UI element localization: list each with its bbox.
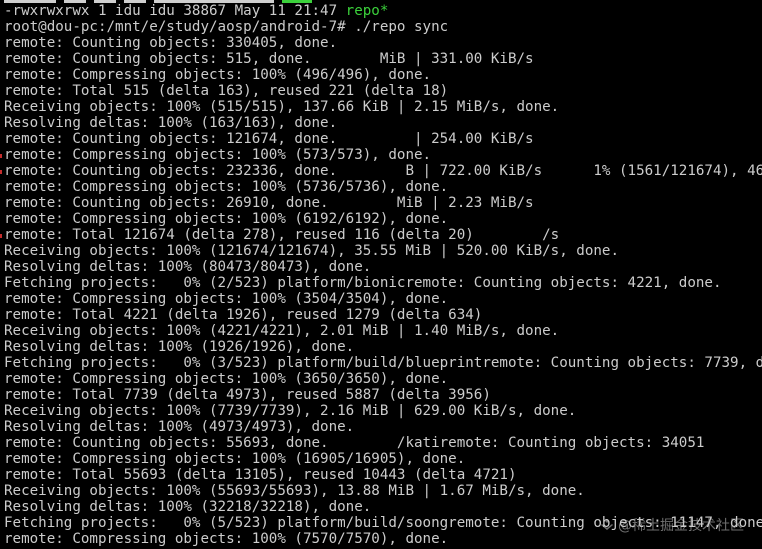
terminal-text: Receiving objects: 100% (121674/121674),… — [4, 243, 619, 259]
terminal-text: remote: Counting objects: 121674, done. … — [4, 131, 534, 147]
terminal-text: root@dou-pc:/mnt/e/study/aosp/android-7#… — [4, 19, 449, 35]
terminal-text: remote: Compressing objects: 100% (5736/… — [4, 179, 449, 195]
terminal-line: remote: Compressing objects: 100% (573/5… — [4, 147, 762, 163]
terminal-line: remote: Total 55693 (delta 13105), reuse… — [4, 467, 762, 483]
terminal-line: Receiving objects: 100% (4221/4221), 2.0… — [4, 323, 762, 339]
terminal-text: remote: Compressing objects: 100% (496/4… — [4, 67, 432, 83]
line-marker — [0, 154, 2, 158]
terminal-line: remote: Compressing objects: 100% (3650/… — [4, 371, 762, 387]
terminal-line: Receiving objects: 100% (515/515), 137.6… — [4, 99, 762, 115]
terminal-text: remote: Counting objects: 330405, done. — [4, 35, 338, 51]
terminal-output: -rwxrwxrwx 1 idu idu 38867 May 11 21:47 … — [4, 3, 762, 547]
terminal-text: Receiving objects: 100% (4221/4221), 2.0… — [4, 323, 560, 339]
terminal-line: remote: Compressing objects: 100% (16905… — [4, 451, 762, 467]
terminal-text: remote: Compressing objects: 100% (3650/… — [4, 371, 449, 387]
terminal-text: remote: Counting objects: 232336, done. … — [4, 163, 762, 179]
terminal-window[interactable]: -rwxrwxrwx 1 idu idu 38867 May 11 21:47 … — [0, 0, 762, 549]
terminal-line: remote: Compressing objects: 100% (496/4… — [4, 67, 762, 83]
terminal-text: remote: Compressing objects: 100% (16905… — [4, 451, 466, 467]
watermark: @稀土掘金技术社区 — [600, 515, 744, 535]
terminal-text: Resolving deltas: 100% (163/163), done. — [4, 115, 338, 131]
terminal-line: Receiving objects: 100% (121674/121674),… — [4, 243, 762, 259]
terminal-line: Fetching projects: 0% (3/523) platform/b… — [4, 355, 762, 371]
terminal-line: -rwxrwxrwx 1 idu idu 38867 May 11 21:47 … — [4, 3, 762, 19]
executable-filename: repo* — [345, 3, 389, 19]
watermark-text: @稀土掘金技术社区 — [618, 518, 744, 534]
terminal-line: remote: Counting objects: 515, done. MiB… — [4, 51, 762, 67]
terminal-text: Resolving deltas: 100% (4973/4973), done… — [4, 419, 355, 435]
terminal-line: root@dou-pc:/mnt/e/study/aosp/android-7#… — [4, 19, 762, 35]
line-marker — [0, 170, 2, 174]
terminal-line: remote: Total 515 (delta 163), reused 22… — [4, 83, 762, 99]
terminal-text: remote: Compressing objects: 100% (7570/… — [4, 531, 449, 547]
terminal-text: remote: Counting objects: 26910, done. M… — [4, 195, 534, 211]
terminal-text: Fetching projects: 0% (3/523) platform/b… — [4, 355, 762, 371]
terminal-text: Resolving deltas: 100% (1926/1926), done… — [4, 339, 355, 355]
terminal-text: Receiving objects: 100% (7739/7739), 2.1… — [4, 403, 577, 419]
terminal-text: Receiving objects: 100% (515/515), 137.6… — [4, 99, 560, 115]
terminal-text: remote: Total 4221 (delta 1926), reused … — [4, 307, 483, 323]
terminal-line: Resolving deltas: 100% (1926/1926), done… — [4, 339, 762, 355]
terminal-line: remote: Counting objects: 232336, done. … — [4, 163, 762, 179]
terminal-line: Fetching projects: 0% (2/523) platform/b… — [4, 275, 762, 291]
terminal-text: remote: Counting objects: 55693, done. /… — [4, 435, 705, 451]
terminal-text: Fetching projects: 0% (2/523) platform/b… — [4, 275, 722, 291]
terminal-line: Resolving deltas: 100% (4973/4973), done… — [4, 419, 762, 435]
terminal-line: Resolving deltas: 100% (32218/32218), do… — [4, 499, 762, 515]
terminal-line: Receiving objects: 100% (7739/7739), 2.1… — [4, 403, 762, 419]
terminal-line: remote: Compressing objects: 100% (6192/… — [4, 211, 762, 227]
terminal-line: Resolving deltas: 100% (80473/80473), do… — [4, 259, 762, 275]
terminal-line: remote: Counting objects: 26910, done. M… — [4, 195, 762, 211]
terminal-text: remote: Total 121674 (delta 278), reused… — [4, 227, 560, 243]
terminal-text: remote: Compressing objects: 100% (573/5… — [4, 147, 432, 163]
terminal-line: remote: Total 121674 (delta 278), reused… — [4, 227, 762, 243]
terminal-text: -rwxrwxrwx 1 idu idu 38867 May 11 21:47 — [4, 3, 346, 19]
terminal-text: Resolving deltas: 100% (80473/80473), do… — [4, 259, 372, 275]
terminal-text: remote: Total 7739 (delta 4973), reused … — [4, 387, 491, 403]
terminal-line: remote: Compressing objects: 100% (3504/… — [4, 291, 762, 307]
terminal-text: remote: Compressing objects: 100% (3504/… — [4, 291, 449, 307]
juejin-logo-icon — [601, 519, 613, 530]
terminal-line: Resolving deltas: 100% (163/163), done. — [4, 115, 762, 131]
terminal-text: Resolving deltas: 100% (32218/32218), do… — [4, 499, 372, 515]
terminal-line: remote: Counting objects: 330405, done. — [4, 35, 762, 51]
terminal-text: remote: Counting objects: 515, done. MiB… — [4, 51, 534, 67]
line-marker — [0, 234, 2, 238]
terminal-text: remote: Total 55693 (delta 13105), reuse… — [4, 467, 517, 483]
terminal-line: remote: Counting objects: 55693, done. /… — [4, 435, 762, 451]
terminal-line: remote: Total 4221 (delta 1926), reused … — [4, 307, 762, 323]
terminal-line: remote: Counting objects: 121674, done. … — [4, 131, 762, 147]
terminal-text: remote: Total 515 (delta 163), reused 22… — [4, 83, 449, 99]
terminal-text: remote: Compressing objects: 100% (6192/… — [4, 211, 449, 227]
terminal-line: remote: Compressing objects: 100% (5736/… — [4, 179, 762, 195]
terminal-text: Receiving objects: 100% (55693/55693), 1… — [4, 483, 585, 499]
terminal-line: Receiving objects: 100% (55693/55693), 1… — [4, 483, 762, 499]
terminal-line: remote: Total 7739 (delta 4973), reused … — [4, 387, 762, 403]
